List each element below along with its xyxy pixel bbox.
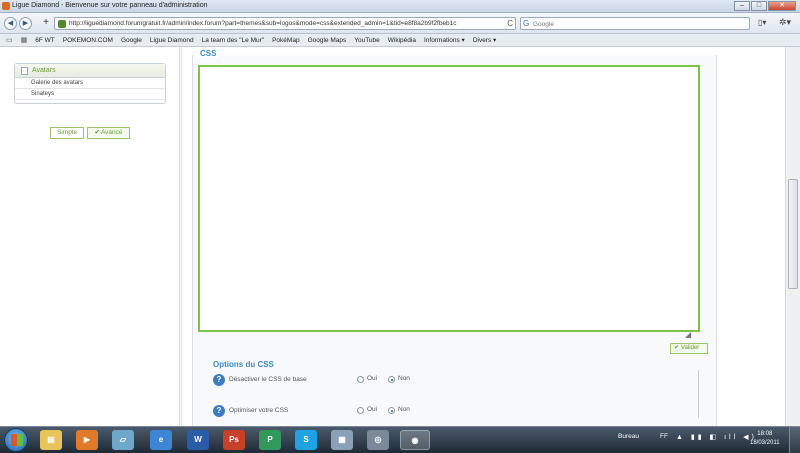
radio-non-label: Non (398, 375, 410, 382)
close-button[interactable]: ✕ (768, 1, 796, 11)
option-question: Désactiver le CSS de base (229, 376, 307, 383)
navigation-bar: ◀ ▶ + http://liguediamond.forumgratuit.f… (0, 13, 800, 34)
help-icon[interactable]: ? (213, 374, 225, 386)
start-button[interactable] (4, 428, 28, 452)
validate-label: Valider (681, 345, 700, 351)
folder-icon[interactable]: ▱ (112, 430, 134, 450)
avatars-menu-box: Avatars Galerie des avatars Sinateys (14, 63, 166, 104)
css-options-title: Options du CSS (213, 360, 274, 369)
bookmark-item[interactable]: La team des "Le Mur" (202, 37, 264, 44)
advanced-mode-label: Avancé (100, 129, 123, 136)
browser-scrollbar[interactable] (785, 47, 800, 426)
apps-grid-icon[interactable]: ▦ (21, 36, 28, 44)
language-indicator[interactable]: FF (660, 433, 668, 440)
bookmark-item[interactable]: YouTube (354, 37, 380, 44)
clock-date: 18/03/2011 (750, 440, 780, 446)
options-scroll-rail (698, 370, 699, 418)
explorer-icon[interactable]: ▤ (40, 430, 62, 450)
css-editor-panel: CSS ◢ ✔ Valider Options du CSS ? Désactiv… (181, 47, 725, 426)
bookmark-item[interactable]: Wikipédia (388, 37, 416, 44)
windows-logo-icon (11, 434, 23, 446)
bookmark-item[interactable]: Ligue Diamond (150, 37, 194, 44)
advanced-mode-button[interactable]: ✔Avancé (87, 127, 130, 139)
checkmark-icon: ✔ (94, 129, 100, 136)
bookmark-item[interactable]: 6F WT (35, 37, 55, 44)
css-textarea[interactable] (198, 65, 700, 332)
back-button[interactable]: ◀ (4, 17, 17, 30)
firefox-icon (2, 2, 10, 10)
option-question: Optimiser votre CSS (229, 407, 289, 414)
clock-time: 18:08 (757, 431, 773, 437)
clock[interactable]: 18:08 18/03/2011 (750, 430, 780, 448)
maximize-button[interactable]: □ (751, 1, 767, 11)
bookmark-item[interactable]: Google (121, 37, 142, 44)
search-bar[interactable]: G (520, 17, 750, 30)
radio-non-label: Non (398, 406, 410, 413)
css-options-box: Options du CSS ? Désactiver le CSS de ba… (198, 355, 703, 418)
simple-mode-button[interactable]: Simple (50, 127, 84, 139)
window-titlebar: Ligue Diamond - Bienvenue sur votre pann… (0, 0, 800, 13)
skype-icon[interactable]: S (295, 430, 317, 450)
tools-menu-button[interactable]: ✲▾ (779, 17, 791, 28)
bookmark-folder[interactable]: Divers ▾ (473, 36, 497, 44)
radio-non[interactable] (388, 376, 395, 383)
publisher-icon[interactable]: P (259, 430, 281, 450)
window-title: Ligue Diamond - Bienvenue sur votre pann… (12, 2, 208, 9)
firefox-taskbar-icon[interactable]: ◉ (400, 430, 430, 450)
minimize-button[interactable]: – (734, 1, 750, 11)
media-player-icon[interactable]: ▶ (76, 430, 98, 450)
page-menu-button[interactable]: ▯▾ (758, 18, 766, 27)
bookmarks-library-icon[interactable]: ▭ (6, 36, 13, 44)
resize-grip-icon[interactable]: ◢ (685, 330, 691, 339)
add-bookmark-button[interactable]: + (40, 17, 52, 30)
validate-button[interactable]: ✔ Valider (670, 343, 708, 354)
internet-explorer-icon[interactable]: e (150, 430, 172, 450)
radio-oui[interactable] (357, 407, 364, 414)
disk-icon[interactable]: ◎ (367, 430, 389, 450)
help-icon[interactable]: ? (213, 405, 225, 417)
windows-taskbar: ▤ ▶ ▱ e W Ps P S ▦ ◎ ◉ Bureau FF ▲ ▮▮ ◧ … (0, 426, 800, 453)
reload-icon[interactable]: C (507, 19, 513, 28)
google-search-icon: G (523, 19, 530, 28)
photoshop-icon[interactable]: Ps (223, 430, 245, 450)
radio-oui[interactable] (357, 376, 364, 383)
forward-button[interactable]: ▶ (19, 17, 32, 30)
option-row-optimize-css: ? Optimiser votre CSS Oui Non (213, 404, 693, 418)
show-desktop-button[interactable] (789, 427, 800, 453)
option-row-disable-base-css: ? Désactiver le CSS de base Oui Non (213, 373, 693, 387)
calculator-icon[interactable]: ▦ (331, 430, 353, 450)
sidebar-item-sinateys[interactable]: Sinateys (15, 89, 165, 100)
search-input[interactable] (533, 19, 743, 29)
bookmark-folder[interactable]: Informations ▾ (424, 36, 465, 44)
desktop-toolbar-label[interactable]: Bureau (618, 433, 639, 440)
document-icon (21, 67, 28, 75)
sidebar-item-avatar-gallery[interactable]: Galerie des avatars (15, 78, 165, 89)
word-icon[interactable]: W (187, 430, 209, 450)
bookmark-item[interactable]: POKEMON.COM (63, 37, 113, 44)
radio-oui-label: Oui (367, 375, 378, 382)
bookmarks-toolbar: ▭ ▦ 6F WT POKEMON.COM Google Ligue Diamo… (0, 34, 800, 47)
bookmark-item[interactable]: Google Maps (308, 37, 347, 44)
url-text[interactable]: http://liguediamond.forumgratuit.fr/admi… (69, 20, 489, 27)
css-section-title: CSS (198, 49, 219, 58)
page-content: Avatars Galerie des avatars Sinateys Sim… (0, 47, 800, 426)
address-bar[interactable]: http://liguediamond.forumgratuit.fr/admi… (54, 17, 516, 30)
radio-oui-label: Oui (367, 406, 378, 413)
admin-sidebar: Avatars Galerie des avatars Sinateys Sim… (10, 47, 180, 426)
bookmark-item[interactable]: PokéMap (272, 37, 299, 44)
site-favicon-icon (58, 20, 66, 28)
scrollbar-thumb[interactable] (788, 179, 798, 289)
avatars-menu-title[interactable]: Avatars (32, 67, 56, 74)
tray-icons[interactable]: ▲ ▮▮ ◧ ıll ◀) (676, 433, 757, 441)
window-controls: – □ ✕ (734, 1, 796, 11)
radio-non[interactable] (388, 407, 395, 414)
ok-check-icon: ✔ (674, 345, 680, 351)
avatars-menu-header: Avatars (15, 64, 165, 78)
